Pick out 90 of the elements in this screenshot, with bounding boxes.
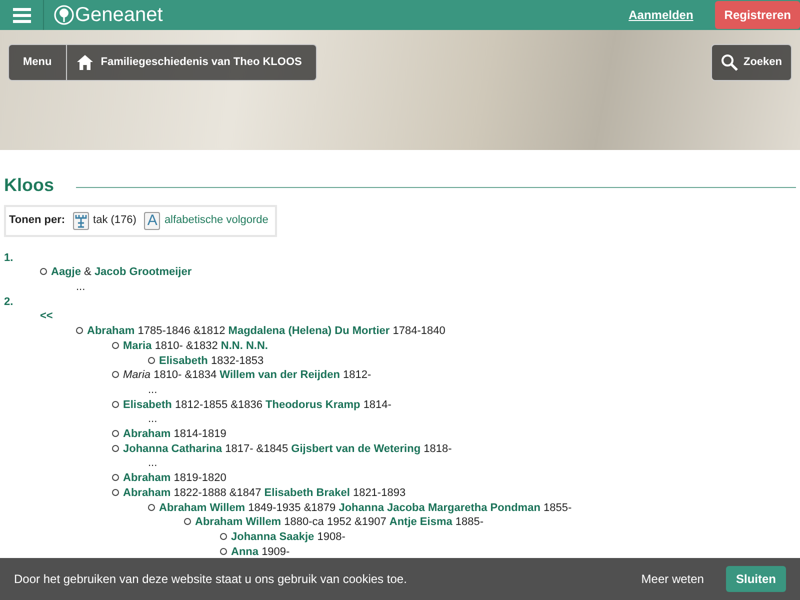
view-option[interactable]: tak (176) xyxy=(93,212,136,229)
marriage-text: &1836 xyxy=(230,398,262,411)
breadcrumb-link[interactable]: Familiegeschiedenis van Theo KLOOS xyxy=(66,44,317,80)
view-label: Tonen per: xyxy=(9,213,66,228)
bullet-icon xyxy=(76,327,83,334)
marriage-text: &1834 xyxy=(184,369,217,382)
ellipsis-text: ... xyxy=(76,281,86,293)
bullet-icon xyxy=(148,504,155,511)
person-dates: 1810- xyxy=(154,340,183,352)
ellipsis-text: ... xyxy=(148,384,158,396)
person-name: Maria xyxy=(123,369,151,382)
person-dates: 1908- xyxy=(317,530,346,543)
marriage-text: &1907 xyxy=(354,516,386,528)
person-dates: 1812-1855 xyxy=(174,398,228,411)
person-link[interactable]: Johanna Saakje xyxy=(231,530,314,543)
spouse-dates: 1784-1840 xyxy=(392,325,446,338)
marriage-text: &1879 xyxy=(304,502,336,514)
bullet-icon xyxy=(112,342,119,349)
spouse-dates: 1885- xyxy=(455,516,484,528)
bullet-icon xyxy=(40,268,47,276)
spouse-link[interactable]: N.N. N.N. xyxy=(220,340,268,352)
person-link[interactable]: Johanna Catharina xyxy=(123,442,222,455)
person-link[interactable]: Abraham Willem xyxy=(195,516,282,528)
branch-number: 2. xyxy=(4,296,14,308)
person-dates: 1880-ca 1952 xyxy=(284,516,352,528)
person-link[interactable]: Elisabeth xyxy=(123,398,172,411)
marriage-text: &1832 xyxy=(186,340,218,352)
back-link[interactable]: << xyxy=(40,310,53,322)
spouse-dates: 1818- xyxy=(424,442,452,455)
spouse-dates: 1855- xyxy=(543,502,572,514)
tree-branch-icon xyxy=(73,212,90,230)
spouse-link[interactable]: Magdalena (Helena) Du Mortier xyxy=(228,325,390,338)
spouse-link[interactable]: Antje Eisma xyxy=(389,516,452,528)
person-dates: 1814-1819 xyxy=(174,428,226,440)
alphabet-icon: A xyxy=(144,212,160,230)
bullet-icon xyxy=(112,371,119,378)
person-dates: 1819-1820 xyxy=(174,472,226,484)
spouse-link[interactable]: Theodorus Kramp xyxy=(266,398,360,411)
view-option[interactable]: alfabetische volgorde xyxy=(164,212,268,229)
person-link[interactable]: Abraham xyxy=(123,428,171,440)
spouse-link[interactable]: Willem van der Reijden xyxy=(220,369,340,382)
menu-button[interactable]: Menu xyxy=(8,44,67,80)
person-dates: 1849-1935 xyxy=(248,502,301,514)
person-dates: 1785-1846 xyxy=(138,325,190,338)
marriage-text: & xyxy=(84,266,92,278)
person-link[interactable]: Abraham xyxy=(123,486,171,499)
person-dates: 1822-1888 xyxy=(174,486,226,499)
login-link[interactable]: Aanmelden xyxy=(628,6,694,24)
close-button[interactable]: Sluiten xyxy=(726,566,786,592)
logo[interactable]: Geneanet xyxy=(54,5,163,25)
bullet-icon xyxy=(220,548,227,555)
ellipsis-text: ... xyxy=(148,457,158,470)
person-link[interactable]: Abraham Willem xyxy=(159,502,246,514)
branch-number: 1. xyxy=(4,252,14,264)
spouse-link[interactable]: Johanna Jacoba Margaretha Pondman xyxy=(338,502,540,514)
bullet-icon xyxy=(184,518,191,526)
person-dates: 1810- xyxy=(154,369,182,382)
spouse-dates: 1812- xyxy=(343,369,372,382)
cookie-text: Door het gebruiken van deze website staat u ons gebruik van cookies toe. xyxy=(14,571,407,588)
spouse-dates: 1814- xyxy=(363,398,392,411)
person-link[interactable]: Elisabeth xyxy=(159,354,208,367)
person-dates: 1817- xyxy=(225,442,254,455)
register-button[interactable]: Registreren xyxy=(715,1,800,29)
bullet-icon xyxy=(112,430,119,438)
bullet-icon xyxy=(112,400,119,408)
bullet-icon xyxy=(112,444,119,452)
marriage-text: &1845 xyxy=(256,442,288,455)
search-button[interactable]: Zoeken xyxy=(711,44,792,81)
page-title: Kloos xyxy=(4,175,54,197)
more-info-link[interactable]: Meer weten xyxy=(641,570,704,588)
marriage-text: &1847 xyxy=(229,486,262,499)
spouse-dates: 1821-1893 xyxy=(352,486,406,499)
person-dates: 1909- xyxy=(262,546,290,558)
spouse-link[interactable]: Gijsbert van de Wetering xyxy=(291,442,421,455)
person-link[interactable]: Abraham xyxy=(87,325,135,338)
home-icon xyxy=(76,54,93,70)
person-link[interactable]: Aagje xyxy=(51,266,81,278)
marriage-text: &1812 xyxy=(193,325,226,338)
search-icon xyxy=(721,54,738,71)
spouse-link[interactable]: Elisabeth Brakel xyxy=(264,486,350,499)
ellipsis-text: ... xyxy=(148,413,158,426)
bullet-icon xyxy=(220,532,227,540)
person-link[interactable]: Maria xyxy=(123,340,152,352)
person-dates: 1832-1853 xyxy=(210,354,264,367)
person-link[interactable]: Abraham xyxy=(123,472,171,484)
bullet-icon xyxy=(112,474,119,482)
bullet-icon xyxy=(112,488,119,496)
bullet-icon xyxy=(148,356,155,364)
spouse-link[interactable]: Jacob Grootmeijer xyxy=(94,266,192,278)
person-link[interactable]: Anna xyxy=(231,546,258,558)
